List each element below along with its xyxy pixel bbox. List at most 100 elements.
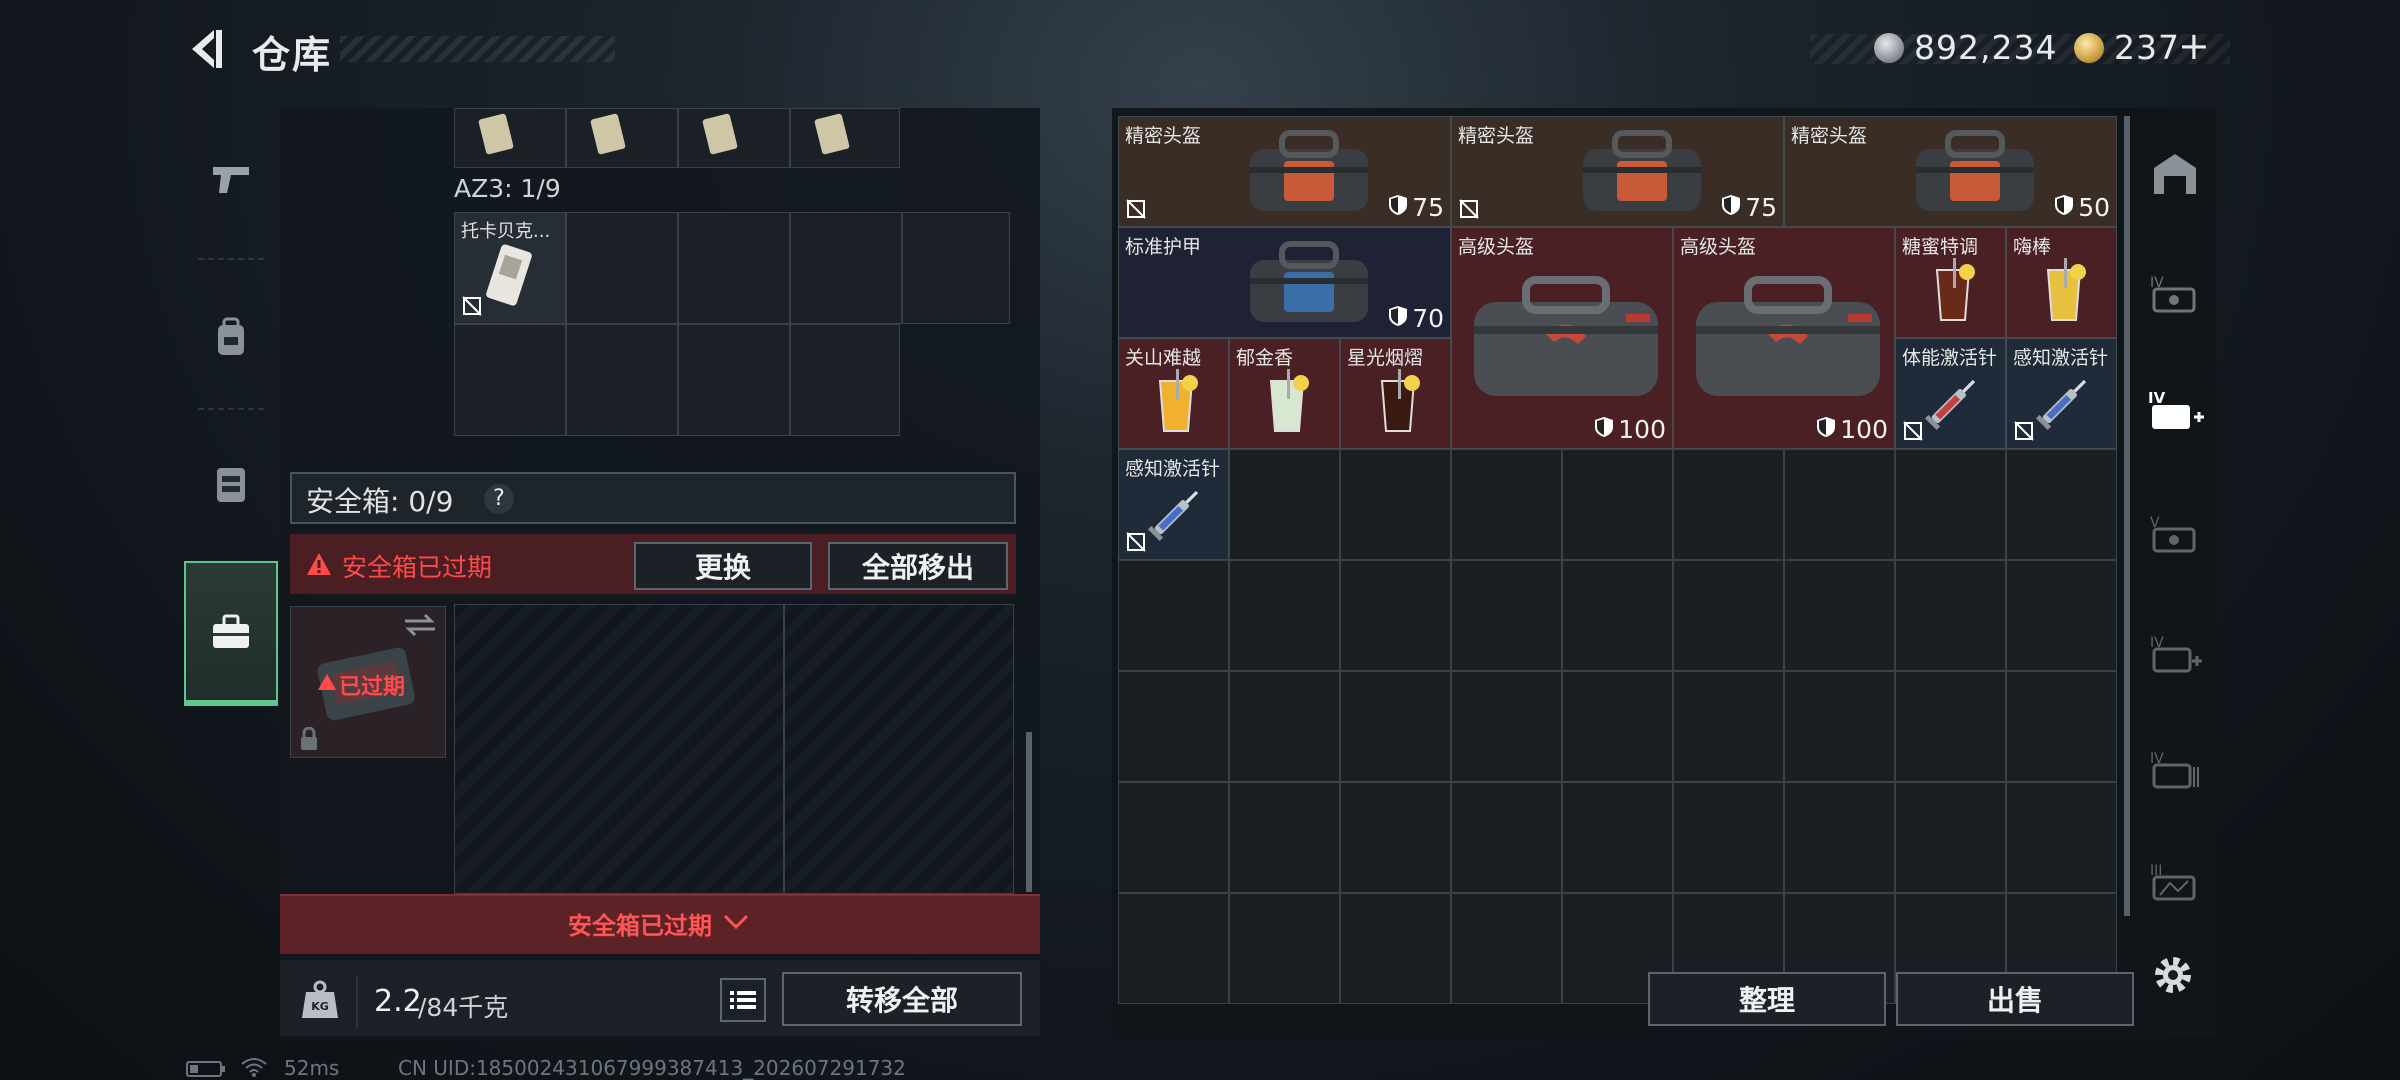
storage-grid-slot[interactable] — [1673, 560, 1784, 671]
sell-button[interactable]: 出售 — [1896, 972, 2134, 1026]
storage-grid-slot[interactable] — [1562, 449, 1673, 560]
divider — [356, 976, 358, 1028]
storage-grid-slot[interactable] — [1673, 671, 1784, 782]
storage-grid-slot[interactable] — [1451, 782, 1562, 893]
swap-icon[interactable] — [403, 613, 437, 637]
storage-grid-slot[interactable] — [1229, 671, 1340, 782]
shield-icon — [2054, 193, 2074, 222]
storage-item[interactable]: 感知激活针 — [1118, 449, 1229, 560]
durability: 100 — [1816, 415, 1888, 444]
safe-box-case[interactable]: 已过期 — [290, 606, 446, 758]
tab-backpack[interactable] — [184, 264, 278, 409]
grid-slot[interactable] — [566, 212, 678, 324]
storage-item[interactable]: 星光烟熠 — [1340, 338, 1451, 449]
storage-grid-slot[interactable] — [1673, 449, 1784, 560]
storage-grid-slot[interactable] — [1784, 671, 1895, 782]
grid-slot[interactable] — [454, 324, 566, 436]
grid-slot[interactable] — [566, 324, 678, 436]
storage-item[interactable]: 高级头盔 100 — [1451, 227, 1673, 449]
storage-grid-slot[interactable] — [1673, 782, 1784, 893]
tab-storage-4-add-2[interactable]: IV — [2140, 598, 2210, 708]
storage-item[interactable]: 精密头盔 75 — [1451, 116, 1784, 227]
replace-button[interactable]: 更换 — [634, 542, 812, 590]
storage-item[interactable]: 标准护甲 70 — [1118, 227, 1451, 338]
storage-grid-slot[interactable] — [1229, 560, 1340, 671]
az3-item-slot[interactable]: 托卡贝克... — [454, 212, 566, 324]
storage-grid-slot[interactable] — [1562, 560, 1673, 671]
tab-storage-4-add[interactable]: IV — [2140, 356, 2210, 466]
storage-item[interactable]: 感知激活针 — [2006, 338, 2117, 449]
storage-grid-slot[interactable] — [1562, 671, 1673, 782]
durability: 100 — [1594, 415, 1666, 444]
storage-grid-slot[interactable] — [1895, 449, 2006, 560]
storage-grid-slot[interactable] — [2006, 560, 2117, 671]
add-currency-button[interactable]: + — [2178, 24, 2211, 68]
tab-all[interactable] — [2140, 118, 2210, 228]
tab-storage-3-map[interactable]: III — [2140, 826, 2210, 936]
gear-icon[interactable] — [2150, 952, 2196, 998]
weight-badge-text: KG — [311, 1000, 329, 1013]
storage-grid-slot[interactable] — [1451, 449, 1562, 560]
tab-vest[interactable] — [184, 411, 278, 556]
storage-grid-slot[interactable] — [1895, 560, 2006, 671]
scrollbar[interactable] — [2124, 116, 2130, 916]
grid-slot[interactable] — [790, 324, 900, 436]
grid-slot[interactable] — [902, 212, 1010, 324]
storage-item[interactable]: 糖蜜特调 — [1895, 227, 2006, 338]
storage-item[interactable]: 高级头盔 100 — [1673, 227, 1895, 449]
storage-item[interactable]: 嗨棒 — [2006, 227, 2117, 338]
uid-readout: CN UID:185002431067999387413_20260729173… — [398, 1056, 906, 1080]
storage-grid-slot[interactable] — [1229, 449, 1340, 560]
grid-slot[interactable] — [678, 212, 790, 324]
storage-grid-slot[interactable] — [1340, 671, 1451, 782]
storage-grid-slot[interactable] — [1229, 782, 1340, 893]
storage-grid-slot[interactable] — [1340, 449, 1451, 560]
storage-grid-slot[interactable] — [1229, 893, 1340, 1004]
storage-grid-slot[interactable] — [1895, 671, 2006, 782]
help-button[interactable]: ? — [484, 484, 514, 514]
tab-storage-5[interactable]: V — [2140, 478, 2210, 588]
grid-slot[interactable] — [790, 212, 902, 324]
storage-grid-slot[interactable] — [1784, 782, 1895, 893]
storage-grid-slot[interactable] — [1451, 560, 1562, 671]
storage-grid-slot[interactable] — [1895, 782, 2006, 893]
storage-grid-slot[interactable] — [1562, 782, 1673, 893]
storage-item[interactable]: 精密头盔 50 — [1784, 116, 2117, 227]
list-view-button[interactable] — [720, 978, 766, 1022]
item-name: 体能激活针 — [1902, 347, 1998, 369]
remove-all-button[interactable]: 全部移出 — [828, 542, 1008, 590]
storage-grid-slot[interactable] — [1340, 782, 1451, 893]
back-arrow-icon[interactable] — [184, 24, 228, 74]
bag-icon — [1244, 127, 1374, 221]
storage-grid-slot[interactable] — [1451, 893, 1562, 1004]
storage-item[interactable]: 体能激活针 — [1895, 338, 2006, 449]
storage-grid-slot[interactable] — [1340, 893, 1451, 1004]
tab-divider — [198, 408, 264, 410]
storage-grid-slot[interactable] — [1451, 671, 1562, 782]
scrollbar[interactable] — [1026, 732, 1032, 892]
storage-grid-slot[interactable] — [1118, 893, 1229, 1004]
storage-grid-slot[interactable] — [1784, 560, 1895, 671]
transfer-all-button[interactable]: 转移全部 — [782, 972, 1022, 1026]
storage-grid-slot[interactable] — [2006, 449, 2117, 560]
storage-item[interactable]: 郁金香 — [1229, 338, 1340, 449]
storage-grid-slot[interactable] — [2006, 671, 2117, 782]
storage-item[interactable]: 关山难越 — [1118, 338, 1229, 449]
storage-grid-slot[interactable] — [1118, 671, 1229, 782]
tab-storage-4[interactable]: IV — [2140, 238, 2210, 348]
safe-box-area[interactable] — [455, 605, 785, 895]
tab-weapons[interactable] — [184, 106, 278, 251]
sort-button[interactable]: 整理 — [1648, 972, 1886, 1026]
storage-grid-slot[interactable] — [1340, 560, 1451, 671]
tab-storage-4-files[interactable]: IV — [2140, 714, 2210, 824]
syringe-blue-icon — [1143, 478, 1209, 552]
storage-grid-slot[interactable] — [1784, 449, 1895, 560]
durability-value: 75 — [1745, 193, 1777, 222]
storage-grid-slot[interactable] — [2006, 782, 2117, 893]
grid-slot[interactable] — [678, 324, 790, 436]
storage-grid-slot[interactable] — [1118, 782, 1229, 893]
storage-item[interactable]: 精密头盔 75 — [1118, 116, 1451, 227]
storage-grid-slot[interactable] — [1118, 560, 1229, 671]
tab-safe-box[interactable] — [184, 561, 278, 706]
durability: 70 — [1388, 304, 1444, 333]
